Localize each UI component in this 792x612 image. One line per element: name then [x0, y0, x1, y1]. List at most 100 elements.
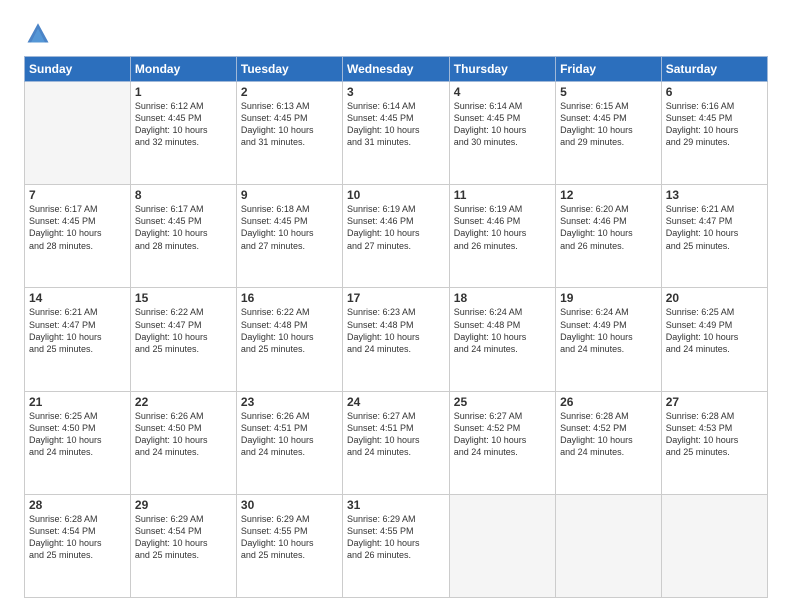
day-number: 13	[666, 188, 763, 202]
calendar-header-row: SundayMondayTuesdayWednesdayThursdayFrid…	[25, 57, 768, 82]
day-info: Sunrise: 6:14 AM Sunset: 4:45 PM Dayligh…	[347, 100, 445, 149]
calendar-cell: 13Sunrise: 6:21 AM Sunset: 4:47 PM Dayli…	[661, 185, 767, 288]
calendar-cell: 29Sunrise: 6:29 AM Sunset: 4:54 PM Dayli…	[130, 494, 236, 597]
calendar-header-thursday: Thursday	[449, 57, 555, 82]
day-number: 27	[666, 395, 763, 409]
calendar-cell	[661, 494, 767, 597]
day-number: 28	[29, 498, 126, 512]
header	[24, 18, 768, 46]
day-number: 18	[454, 291, 551, 305]
calendar-page: SundayMondayTuesdayWednesdayThursdayFrid…	[0, 0, 792, 612]
day-number: 10	[347, 188, 445, 202]
day-info: Sunrise: 6:19 AM Sunset: 4:46 PM Dayligh…	[454, 203, 551, 252]
calendar-cell: 21Sunrise: 6:25 AM Sunset: 4:50 PM Dayli…	[25, 391, 131, 494]
calendar-cell: 30Sunrise: 6:29 AM Sunset: 4:55 PM Dayli…	[236, 494, 342, 597]
day-number: 5	[560, 85, 657, 99]
day-info: Sunrise: 6:16 AM Sunset: 4:45 PM Dayligh…	[666, 100, 763, 149]
calendar-cell: 17Sunrise: 6:23 AM Sunset: 4:48 PM Dayli…	[342, 288, 449, 391]
logo-icon	[24, 18, 52, 46]
day-number: 30	[241, 498, 338, 512]
calendar-cell: 27Sunrise: 6:28 AM Sunset: 4:53 PM Dayli…	[661, 391, 767, 494]
calendar-cell: 10Sunrise: 6:19 AM Sunset: 4:46 PM Dayli…	[342, 185, 449, 288]
calendar-cell	[25, 82, 131, 185]
calendar-cell: 25Sunrise: 6:27 AM Sunset: 4:52 PM Dayli…	[449, 391, 555, 494]
calendar-cell: 28Sunrise: 6:28 AM Sunset: 4:54 PM Dayli…	[25, 494, 131, 597]
day-number: 1	[135, 85, 232, 99]
day-number: 11	[454, 188, 551, 202]
day-number: 24	[347, 395, 445, 409]
calendar-cell: 3Sunrise: 6:14 AM Sunset: 4:45 PM Daylig…	[342, 82, 449, 185]
calendar-table: SundayMondayTuesdayWednesdayThursdayFrid…	[24, 56, 768, 598]
day-number: 17	[347, 291, 445, 305]
calendar-cell: 16Sunrise: 6:22 AM Sunset: 4:48 PM Dayli…	[236, 288, 342, 391]
day-info: Sunrise: 6:21 AM Sunset: 4:47 PM Dayligh…	[29, 306, 126, 355]
day-info: Sunrise: 6:28 AM Sunset: 4:54 PM Dayligh…	[29, 513, 126, 562]
day-number: 22	[135, 395, 232, 409]
calendar-cell: 7Sunrise: 6:17 AM Sunset: 4:45 PM Daylig…	[25, 185, 131, 288]
calendar-cell: 23Sunrise: 6:26 AM Sunset: 4:51 PM Dayli…	[236, 391, 342, 494]
day-info: Sunrise: 6:29 AM Sunset: 4:54 PM Dayligh…	[135, 513, 232, 562]
calendar-cell: 15Sunrise: 6:22 AM Sunset: 4:47 PM Dayli…	[130, 288, 236, 391]
day-number: 12	[560, 188, 657, 202]
day-number: 20	[666, 291, 763, 305]
calendar-cell: 26Sunrise: 6:28 AM Sunset: 4:52 PM Dayli…	[556, 391, 662, 494]
day-number: 16	[241, 291, 338, 305]
day-info: Sunrise: 6:28 AM Sunset: 4:52 PM Dayligh…	[560, 410, 657, 459]
calendar-cell: 11Sunrise: 6:19 AM Sunset: 4:46 PM Dayli…	[449, 185, 555, 288]
calendar-week-5: 28Sunrise: 6:28 AM Sunset: 4:54 PM Dayli…	[25, 494, 768, 597]
calendar-body: 1Sunrise: 6:12 AM Sunset: 4:45 PM Daylig…	[25, 82, 768, 598]
day-info: Sunrise: 6:19 AM Sunset: 4:46 PM Dayligh…	[347, 203, 445, 252]
day-info: Sunrise: 6:25 AM Sunset: 4:49 PM Dayligh…	[666, 306, 763, 355]
calendar-header-sunday: Sunday	[25, 57, 131, 82]
calendar-cell: 24Sunrise: 6:27 AM Sunset: 4:51 PM Dayli…	[342, 391, 449, 494]
day-info: Sunrise: 6:27 AM Sunset: 4:51 PM Dayligh…	[347, 410, 445, 459]
day-number: 29	[135, 498, 232, 512]
day-info: Sunrise: 6:29 AM Sunset: 4:55 PM Dayligh…	[241, 513, 338, 562]
day-info: Sunrise: 6:13 AM Sunset: 4:45 PM Dayligh…	[241, 100, 338, 149]
day-info: Sunrise: 6:15 AM Sunset: 4:45 PM Dayligh…	[560, 100, 657, 149]
day-info: Sunrise: 6:26 AM Sunset: 4:50 PM Dayligh…	[135, 410, 232, 459]
calendar-cell: 4Sunrise: 6:14 AM Sunset: 4:45 PM Daylig…	[449, 82, 555, 185]
day-number: 4	[454, 85, 551, 99]
calendar-cell: 9Sunrise: 6:18 AM Sunset: 4:45 PM Daylig…	[236, 185, 342, 288]
logo	[24, 18, 56, 46]
day-info: Sunrise: 6:17 AM Sunset: 4:45 PM Dayligh…	[135, 203, 232, 252]
calendar-week-3: 14Sunrise: 6:21 AM Sunset: 4:47 PM Dayli…	[25, 288, 768, 391]
day-number: 3	[347, 85, 445, 99]
calendar-cell: 5Sunrise: 6:15 AM Sunset: 4:45 PM Daylig…	[556, 82, 662, 185]
day-info: Sunrise: 6:23 AM Sunset: 4:48 PM Dayligh…	[347, 306, 445, 355]
day-info: Sunrise: 6:26 AM Sunset: 4:51 PM Dayligh…	[241, 410, 338, 459]
calendar-header-monday: Monday	[130, 57, 236, 82]
day-info: Sunrise: 6:29 AM Sunset: 4:55 PM Dayligh…	[347, 513, 445, 562]
day-number: 19	[560, 291, 657, 305]
calendar-week-2: 7Sunrise: 6:17 AM Sunset: 4:45 PM Daylig…	[25, 185, 768, 288]
day-number: 9	[241, 188, 338, 202]
calendar-cell: 6Sunrise: 6:16 AM Sunset: 4:45 PM Daylig…	[661, 82, 767, 185]
day-info: Sunrise: 6:25 AM Sunset: 4:50 PM Dayligh…	[29, 410, 126, 459]
day-number: 31	[347, 498, 445, 512]
calendar-cell: 19Sunrise: 6:24 AM Sunset: 4:49 PM Dayli…	[556, 288, 662, 391]
day-info: Sunrise: 6:14 AM Sunset: 4:45 PM Dayligh…	[454, 100, 551, 149]
day-number: 21	[29, 395, 126, 409]
day-info: Sunrise: 6:24 AM Sunset: 4:48 PM Dayligh…	[454, 306, 551, 355]
day-info: Sunrise: 6:22 AM Sunset: 4:48 PM Dayligh…	[241, 306, 338, 355]
day-info: Sunrise: 6:17 AM Sunset: 4:45 PM Dayligh…	[29, 203, 126, 252]
calendar-cell: 8Sunrise: 6:17 AM Sunset: 4:45 PM Daylig…	[130, 185, 236, 288]
day-number: 15	[135, 291, 232, 305]
calendar-cell: 31Sunrise: 6:29 AM Sunset: 4:55 PM Dayli…	[342, 494, 449, 597]
calendar-cell: 18Sunrise: 6:24 AM Sunset: 4:48 PM Dayli…	[449, 288, 555, 391]
day-number: 6	[666, 85, 763, 99]
day-number: 14	[29, 291, 126, 305]
calendar-cell	[556, 494, 662, 597]
calendar-cell: 22Sunrise: 6:26 AM Sunset: 4:50 PM Dayli…	[130, 391, 236, 494]
day-number: 8	[135, 188, 232, 202]
calendar-week-1: 1Sunrise: 6:12 AM Sunset: 4:45 PM Daylig…	[25, 82, 768, 185]
calendar-cell: 12Sunrise: 6:20 AM Sunset: 4:46 PM Dayli…	[556, 185, 662, 288]
calendar-header-wednesday: Wednesday	[342, 57, 449, 82]
calendar-header-friday: Friday	[556, 57, 662, 82]
calendar-week-4: 21Sunrise: 6:25 AM Sunset: 4:50 PM Dayli…	[25, 391, 768, 494]
day-number: 26	[560, 395, 657, 409]
day-info: Sunrise: 6:20 AM Sunset: 4:46 PM Dayligh…	[560, 203, 657, 252]
day-info: Sunrise: 6:12 AM Sunset: 4:45 PM Dayligh…	[135, 100, 232, 149]
day-info: Sunrise: 6:24 AM Sunset: 4:49 PM Dayligh…	[560, 306, 657, 355]
